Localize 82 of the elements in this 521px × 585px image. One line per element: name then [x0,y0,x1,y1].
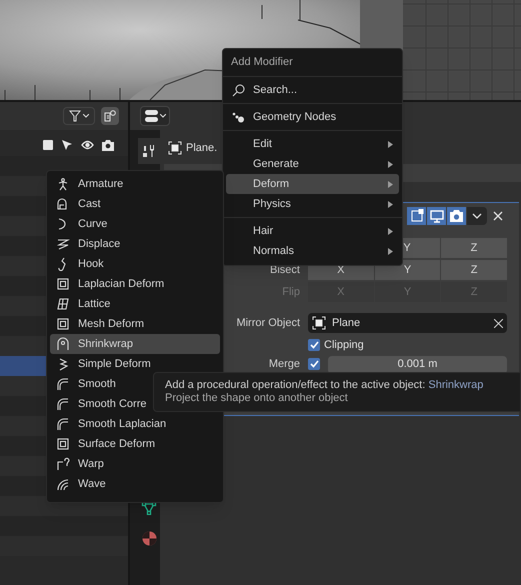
vertex-square-icon [410,209,424,223]
new-collection-icon [104,110,116,122]
zigzag-icon [56,237,70,251]
menu-item[interactable]: Mesh Deform [50,314,220,334]
menu-item[interactable]: Geometry Nodes [226,107,399,127]
row-label: Flip [282,286,300,298]
smooth-curve-icon [56,417,70,431]
panel-toggle[interactable] [407,207,427,225]
menu-item[interactable]: Wave [50,474,220,494]
menu-item[interactable]: Hook [50,254,220,274]
filter-button[interactable] [63,107,95,125]
wave-icon [56,477,70,491]
object-name: Plane. [186,140,218,156]
field-label: Merge [268,357,301,372]
dots-icon [232,110,245,124]
stick-figure-icon [56,177,70,191]
menu-item[interactable]: Curve [50,214,220,234]
menu-item[interactable]: Surface Deform [50,434,220,454]
object-field[interactable]: Plane [308,313,507,333]
submenu-arrow-icon [388,160,393,168]
tooltip-description: Project the shape onto another object [165,392,349,405]
menu-item[interactable]: Physics [226,194,399,214]
close-icon[interactable] [493,211,503,221]
submenu-arrow-icon [388,228,393,234]
tooltip-text: Add a procedural operation/effect to the active object: Shrinkwrap [165,379,484,392]
menu-item[interactable]: Shrinkwrap [50,334,220,354]
eye-icon [81,140,94,150]
menu-item[interactable]: Armature [50,174,220,194]
submenu-arrow-icon [388,180,393,188]
material-sphere-icon [142,530,156,546]
menu-item[interactable]: Generate [226,154,399,174]
smooth-curve-icon [56,377,70,391]
panel-toggle[interactable] [447,207,467,225]
menu-item[interactable]: Displace [50,234,220,254]
wrench-icon [142,144,156,158]
row-label: Bisect [270,264,300,276]
submenu-arrow-icon [388,200,393,208]
cursor-icon [61,139,73,151]
menu-title: Add Modifier [230,55,294,70]
menu-item[interactable]: Deform [226,174,399,194]
search-icon [232,84,245,96]
menu-item[interactable]: Warp [50,454,220,474]
panel-toggle[interactable] [427,207,447,225]
framed-square-icon [56,277,70,291]
camera-icon [102,140,114,150]
warp-icon [56,457,70,471]
checkbox-icon [43,140,53,150]
framed-square-icon [56,437,70,451]
dropdown-button[interactable] [467,207,487,225]
object-icon [312,316,326,330]
axis-toggle[interactable]: Z [441,260,507,280]
properties-tab[interactable] [138,138,160,164]
checkbox[interactable] [308,339,320,351]
smooth-curve-icon [56,397,70,411]
new-collection-button[interactable] [101,107,119,125]
checkbox-label: Clipping [324,338,364,353]
menu-item[interactable]: Smooth Laplacian [50,414,220,434]
menu-item[interactable]: Search... [226,80,399,100]
display-mode-button[interactable] [140,106,170,126]
monitor-icon [430,210,444,222]
caret-icon [83,114,89,118]
clear-icon[interactable] [494,318,503,328]
toggle-icon [144,110,158,122]
menu-item[interactable]: Hair [226,221,399,241]
field-label: Mirror Object [235,316,301,331]
menu-item[interactable]: Lattice [50,294,220,314]
menu-item[interactable]: Cast [50,194,220,214]
caret-icon [160,114,166,118]
filter-icon [69,110,81,122]
menu-item[interactable]: Edit [226,134,399,154]
axis-toggle[interactable]: Z [441,238,507,258]
submenu-arrow-icon [388,248,393,254]
menu-item[interactable]: Laplacian Deform [50,274,220,294]
submenu-arrow-icon [388,140,393,148]
menu-item[interactable]: Simple Deform [50,354,220,374]
framed-square-icon [56,317,70,331]
object-icon [168,141,182,155]
arch-icon [56,337,70,351]
grid-icon [56,297,70,311]
camera-icon [450,210,463,222]
caret-icon [472,213,482,219]
checkbox[interactable] [308,358,320,370]
